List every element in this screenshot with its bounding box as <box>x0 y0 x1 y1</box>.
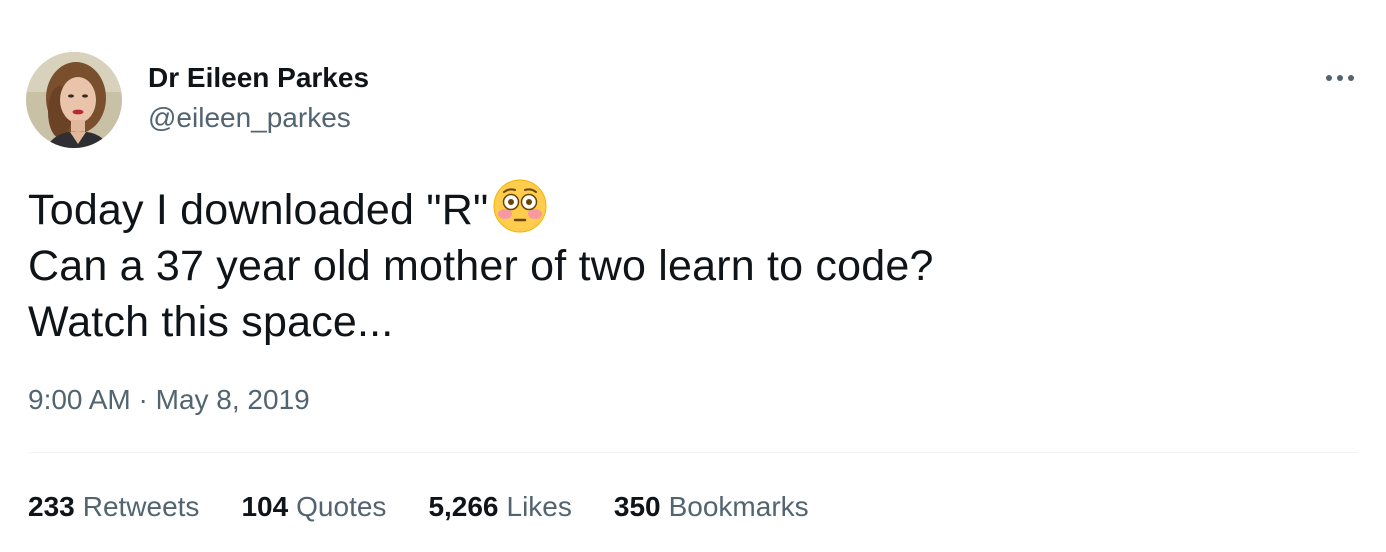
tweet-line: Can a 37 year old mother of two learn to… <box>28 242 934 290</box>
tweet-date: May 8, 2019 <box>155 384 310 415</box>
more-options-button[interactable] <box>1318 62 1362 94</box>
retweets-label: Retweets <box>82 491 200 522</box>
likes-label: Likes <box>506 491 572 522</box>
tweet-line: Today I downloaded "R" <box>28 178 934 238</box>
profile-photo-icon <box>26 52 122 148</box>
retweets-stat[interactable]: 233 Retweets <box>28 489 199 525</box>
bookmarks-count: 350 <box>613 491 661 522</box>
tweet-timestamp: 9:00 AM · May 8, 2019 <box>28 382 310 418</box>
flushed-face-icon <box>493 179 547 233</box>
engagement-stats: 233 Retweets 104 Quotes 5,266 Likes 350 Book… <box>28 489 851 525</box>
tweet-line: Watch this space... <box>28 298 394 346</box>
avatar[interactable] <box>26 52 122 148</box>
retweets-count: 233 <box>28 491 75 522</box>
tweet-line-text: Today I downloaded "R" <box>28 186 489 234</box>
tweet-time-link[interactable]: 9:00 AM · May 8, 2019 <box>28 384 310 415</box>
divider <box>28 452 1358 453</box>
likes-count: 5,266 <box>428 491 499 522</box>
quotes-label: Quotes <box>296 491 387 522</box>
bookmarks-label: Bookmarks <box>668 491 809 522</box>
user-info: Dr Eileen Parkes @eileen_parkes <box>148 60 369 136</box>
tweet-text: Today I downloaded "R" Can a 37 year old… <box>28 178 934 350</box>
likes-stat[interactable]: 5,266 Likes <box>428 489 571 525</box>
tweet-card: Dr Eileen Parkes @eileen_parkes Today I … <box>0 0 1386 552</box>
author-display-name[interactable]: Dr Eileen Parkes <box>148 60 369 96</box>
quotes-stat[interactable]: 104 Quotes <box>241 489 386 525</box>
more-horizontal-icon <box>1326 75 1354 81</box>
timestamp-separator: · <box>138 384 148 415</box>
tweet-time: 9:00 AM <box>28 384 131 415</box>
bookmarks-stat[interactable]: 350 Bookmarks <box>614 489 809 525</box>
author-handle[interactable]: @eileen_parkes <box>148 100 369 136</box>
quotes-count: 104 <box>241 491 289 522</box>
